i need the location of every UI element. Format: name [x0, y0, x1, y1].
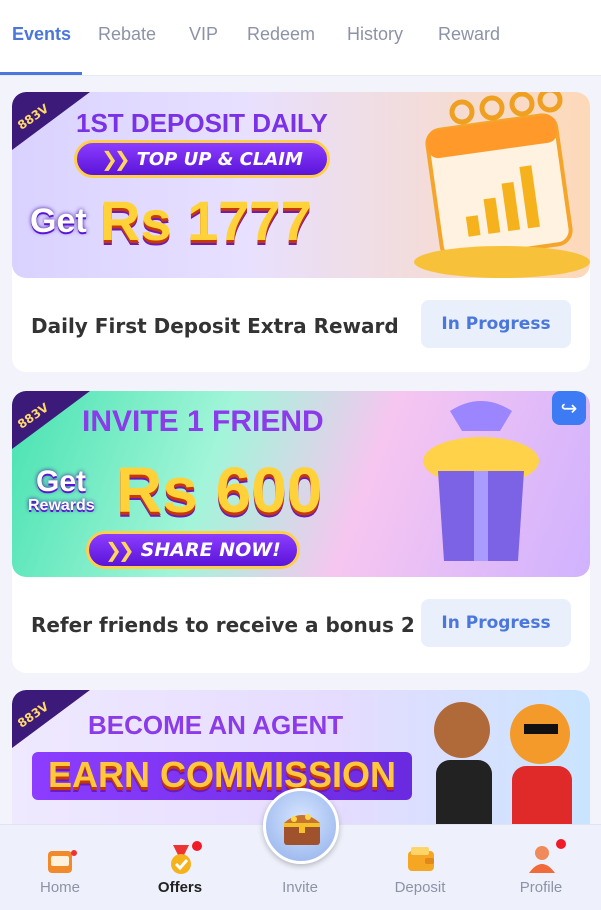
- banner-headline: INVITE 1 FRIEND: [82, 405, 324, 438]
- invite-floating-button[interactable]: [263, 788, 339, 864]
- banner-headline: BECOME AN AGENT: [88, 710, 344, 740]
- tab-redeem[interactable]: Redeem: [247, 24, 315, 45]
- event-title: Refer friends to receive a bonus 2: [31, 613, 415, 637]
- top-up-claim-label: TOP UP & CLAIM: [136, 148, 303, 170]
- banner-get-text: Get: [30, 202, 87, 240]
- user-icon: [529, 846, 555, 873]
- banner-amount: Rs 1777: [100, 189, 312, 252]
- first-deposit-banner[interactable]: 883V 1ST DEPOSIT DAILY ❯❯ TOP UP & CLAIM…: [12, 92, 590, 278]
- wallet-icon: [408, 847, 434, 871]
- nav-invite-label: Invite: [282, 879, 318, 896]
- share-now-label: SHARE NOW!: [140, 539, 281, 561]
- nav-home[interactable]: Home: [0, 825, 120, 910]
- nav-offers[interactable]: Offers: [120, 825, 240, 910]
- banner-get-text: Get: [36, 465, 87, 498]
- event-card-invite[interactable]: 883V INVITE 1 FRIEND Get Rewards Rs 600 …: [12, 391, 590, 673]
- offers-notification-dot: [192, 841, 202, 851]
- tab-reward[interactable]: Reward: [438, 24, 500, 45]
- double-chevron-icon: ❯❯: [101, 147, 130, 171]
- slot-machine-icon: [48, 850, 77, 873]
- nav-offers-label: Offers: [157, 879, 203, 896]
- top-up-claim-button[interactable]: ❯❯ TOP UP & CLAIM: [74, 140, 330, 178]
- banner-rewards-text: Rewards: [28, 497, 95, 514]
- nav-home-label: Home: [39, 879, 80, 896]
- banner-amount: Rs 600: [116, 454, 323, 526]
- double-chevron-icon: ❯❯: [105, 538, 134, 562]
- tab-vip[interactable]: VIP: [189, 24, 218, 45]
- tab-history[interactable]: History: [347, 24, 403, 45]
- profile-notification-dot: [556, 839, 566, 849]
- event-info-row: Refer friends to receive a bonus 2 In Pr…: [12, 577, 590, 671]
- in-progress-button[interactable]: In Progress: [421, 599, 571, 647]
- treasure-chest-icon: [284, 814, 320, 845]
- active-tab-indicator: [0, 72, 82, 75]
- banner-headline: 1ST DEPOSIT DAILY: [76, 108, 328, 138]
- share-now-button[interactable]: ❯❯ SHARE NOW!: [86, 531, 300, 569]
- nav-deposit-label: Deposit: [394, 879, 446, 896]
- in-progress-button[interactable]: In Progress: [421, 300, 571, 348]
- nav-profile[interactable]: Profile: [481, 825, 601, 910]
- mascots-illustration-icon: [434, 702, 572, 824]
- share-icon[interactable]: ↪: [552, 391, 586, 425]
- tab-events[interactable]: Events: [12, 24, 71, 45]
- event-card-first-deposit[interactable]: 883V 1ST DEPOSIT DAILY ❯❯ TOP UP & CLAIM…: [12, 92, 590, 372]
- nav-deposit[interactable]: Deposit: [360, 825, 480, 910]
- tab-rebate[interactable]: Rebate: [98, 24, 156, 45]
- gift-box-icon: [423, 401, 539, 561]
- invite-friend-banner[interactable]: 883V INVITE 1 FRIEND Get Rewards Rs 600 …: [12, 391, 590, 577]
- event-info-row: Daily First Deposit Extra Reward In Prog…: [12, 278, 590, 372]
- banner-subheadline: EARN COMMISSION: [48, 754, 397, 795]
- event-title: Daily First Deposit Extra Reward: [31, 314, 399, 338]
- events-list[interactable]: 883V 1ST DEPOSIT DAILY ❯❯ TOP UP & CLAIM…: [0, 76, 601, 824]
- nav-profile-label: Profile: [519, 879, 563, 896]
- calendar-chart-icon: [414, 92, 590, 278]
- tab-bar: Events Rebate VIP Redeem History Reward: [0, 0, 601, 76]
